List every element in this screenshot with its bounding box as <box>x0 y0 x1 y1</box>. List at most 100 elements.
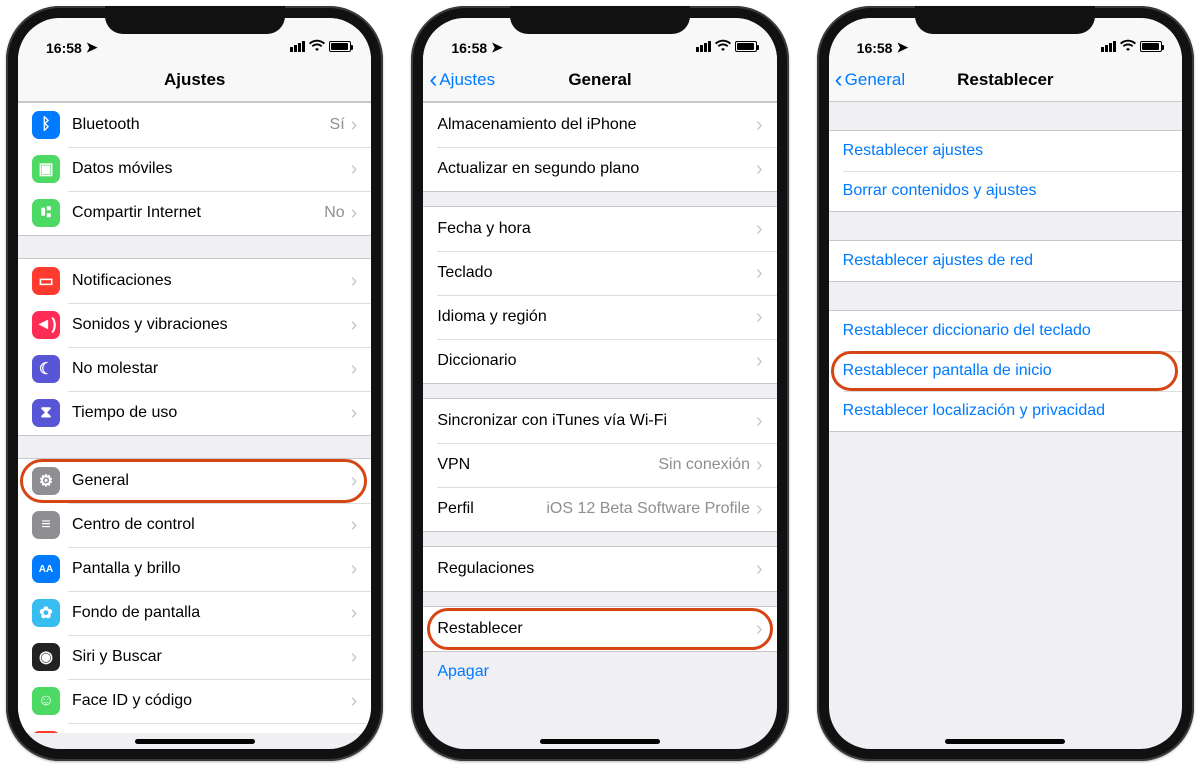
chevron-right-icon: › <box>351 403 358 423</box>
row-label: Centro de control <box>72 516 351 534</box>
settings-row-bluetooth[interactable]: ᛒ BluetoothSí › <box>18 103 371 147</box>
chevron-right-icon: › <box>756 307 763 327</box>
settings-row-no-molestar[interactable]: ☾No molestar› <box>18 347 371 391</box>
wifi-icon <box>309 37 325 56</box>
back-button[interactable]: ‹ General <box>835 58 905 102</box>
row-label: Perfil <box>437 500 546 518</box>
aa-icon: AA <box>32 555 60 583</box>
row-label: Notificaciones <box>72 272 351 290</box>
row-value: Sin conexión <box>658 456 750 474</box>
general-row-sincronizar-con-itunes-vía-wi-fi[interactable]: Sincronizar con iTunes vía Wi-Fi› <box>423 399 776 443</box>
row-label: Borrar contenidos y ajustes <box>843 182 1037 199</box>
home-indicator[interactable] <box>135 739 255 744</box>
settings-row-sonidos-y-vibraciones[interactable]: ◄) Sonidos y vibraciones› <box>18 303 371 347</box>
general-list[interactable]: Almacenamiento del iPhone›Actualizar en … <box>423 102 776 733</box>
chevron-right-icon: › <box>756 499 763 519</box>
chevron-right-icon: › <box>756 159 763 179</box>
row-label: Restablecer diccionario del teclado <box>843 322 1091 339</box>
battery-icon <box>329 41 351 52</box>
antenna-icon: ▣ <box>32 155 60 183</box>
settings-row-pantalla-y-brillo[interactable]: AA Pantalla y brillo› <box>18 547 371 591</box>
location-icon: ➤ <box>491 39 503 56</box>
row-label: Tiempo de uso <box>72 404 351 422</box>
reset-option-restablecer-ajustes-de-red[interactable]: Restablecer ajustes de red <box>829 241 1182 281</box>
row-label: Pantalla y brillo <box>72 560 351 578</box>
gear-icon: ⚙ <box>32 467 60 495</box>
chevron-right-icon: › <box>756 455 763 475</box>
chevron-right-icon: › <box>351 647 358 667</box>
settings-row-emergencia-sos[interactable]: SOSEmergencia SOS› <box>18 723 371 733</box>
row-label: Regulaciones <box>437 560 756 578</box>
bluetooth-icon: ᛒ <box>32 111 60 139</box>
settings-row-face-id-y-código[interactable]: ☺Face ID y código› <box>18 679 371 723</box>
reset-list[interactable]: Restablecer ajustes Borrar contenidos y a… <box>829 102 1182 733</box>
settings-row-general[interactable]: ⚙ General› <box>18 459 371 503</box>
faceid-icon: ☺ <box>32 687 60 715</box>
shutdown-link[interactable]: Apagar <box>423 652 776 692</box>
home-indicator[interactable] <box>540 739 660 744</box>
home-indicator[interactable] <box>945 739 1065 744</box>
row-label: Actualizar en segundo plano <box>437 160 756 178</box>
chevron-right-icon: › <box>756 115 763 135</box>
nav-bar: ‹ General Restablecer <box>829 58 1182 102</box>
settings-row-notificaciones[interactable]: ▭Notificaciones› <box>18 259 371 303</box>
chevron-right-icon: › <box>351 271 358 291</box>
general-row-idioma-y-región[interactable]: Idioma y región› <box>423 295 776 339</box>
chevron-right-icon: › <box>351 315 358 335</box>
row-value: Sí <box>330 116 345 134</box>
settings-row-tiempo-de-uso[interactable]: ⧗Tiempo de uso› <box>18 391 371 435</box>
flower-icon: ✿ <box>32 599 60 627</box>
row-label: Restablecer <box>437 620 756 638</box>
general-row-fecha-y-hora[interactable]: Fecha y hora› <box>423 207 776 251</box>
location-icon: ➤ <box>86 39 98 56</box>
settings-row-centro-de-control[interactable]: ≡Centro de control› <box>18 503 371 547</box>
phone-frame-3: 16:58 ➤ ‹ General Restablecer Restablece… <box>817 6 1194 761</box>
speaker-icon: ◄) <box>32 311 60 339</box>
row-label: Sonidos y vibraciones <box>72 316 351 334</box>
row-label: Siri y Buscar <box>72 648 351 666</box>
chevron-right-icon: › <box>351 603 358 623</box>
battery-icon <box>735 41 757 52</box>
general-row-restablecer[interactable]: Restablecer› <box>423 607 776 651</box>
general-row-actualizar-en-segundo-plano[interactable]: Actualizar en segundo plano› <box>423 147 776 191</box>
reset-option-restablecer-diccionario-del-teclado[interactable]: Restablecer diccionario del teclado <box>829 311 1182 351</box>
chevron-right-icon: › <box>351 471 358 491</box>
notch <box>510 6 690 34</box>
nav-bar: ‹ Ajustes General <box>423 58 776 102</box>
general-row-diccionario[interactable]: Diccionario› <box>423 339 776 383</box>
sos-icon: SOS <box>32 731 60 733</box>
settings-row-fondo-de-pantalla[interactable]: ✿Fondo de pantalla› <box>18 591 371 635</box>
status-time: 16:58 <box>451 40 487 56</box>
chevron-left-icon: ‹ <box>429 66 437 94</box>
row-label: Restablecer pantalla de inicio <box>843 362 1052 379</box>
row-label: General <box>72 472 351 490</box>
row-label: No molestar <box>72 360 351 378</box>
general-row-teclado[interactable]: Teclado› <box>423 251 776 295</box>
general-row-perfil[interactable]: PerfiliOS 12 Beta Software Profile› <box>423 487 776 531</box>
settings-row-siri-y-buscar[interactable]: ◉Siri y Buscar› <box>18 635 371 679</box>
back-button[interactable]: ‹ Ajustes <box>429 58 495 102</box>
screen-general: 16:58 ➤ ‹ Ajustes General Almacenamiento… <box>423 18 776 749</box>
reset-option-restablecer-localización-y-privacidad[interactable]: Restablecer localización y privacidad <box>829 391 1182 431</box>
moon-icon: ☾ <box>32 355 60 383</box>
row-label: Bluetooth <box>72 116 330 134</box>
chevron-right-icon: › <box>756 263 763 283</box>
general-row-vpn[interactable]: VPNSin conexión› <box>423 443 776 487</box>
row-label: Fecha y hora <box>437 220 756 238</box>
general-row-regulaciones[interactable]: Regulaciones› <box>423 547 776 591</box>
reset-option-restablecer-pantalla-de-inicio[interactable]: Restablecer pantalla de inicio <box>829 351 1182 391</box>
location-icon: ➤ <box>896 39 908 56</box>
settings-row-datos-móviles[interactable]: ▣Datos móviles› <box>18 147 371 191</box>
chevron-right-icon: › <box>351 559 358 579</box>
cellular-signal-icon <box>290 41 305 52</box>
row-label: Compartir Internet <box>72 204 324 222</box>
reset-option-borrar-contenidos-y-ajustes[interactable]: Borrar contenidos y ajustes <box>829 171 1182 211</box>
phone-frame-2: 16:58 ➤ ‹ Ajustes General Almacenamiento… <box>411 6 788 761</box>
chevron-right-icon: › <box>351 115 358 135</box>
general-row-almacenamiento-del-iphone[interactable]: Almacenamiento del iPhone› <box>423 103 776 147</box>
back-label: Ajustes <box>439 70 495 90</box>
settings-row-compartir-internet[interactable]: ⑆Compartir InternetNo› <box>18 191 371 235</box>
battery-icon <box>1140 41 1162 52</box>
reset-option-restablecer-ajustes[interactable]: Restablecer ajustes <box>829 131 1182 171</box>
settings-list[interactable]: ᛒ BluetoothSí › ▣Datos móviles›⑆Compartir I… <box>18 102 371 733</box>
